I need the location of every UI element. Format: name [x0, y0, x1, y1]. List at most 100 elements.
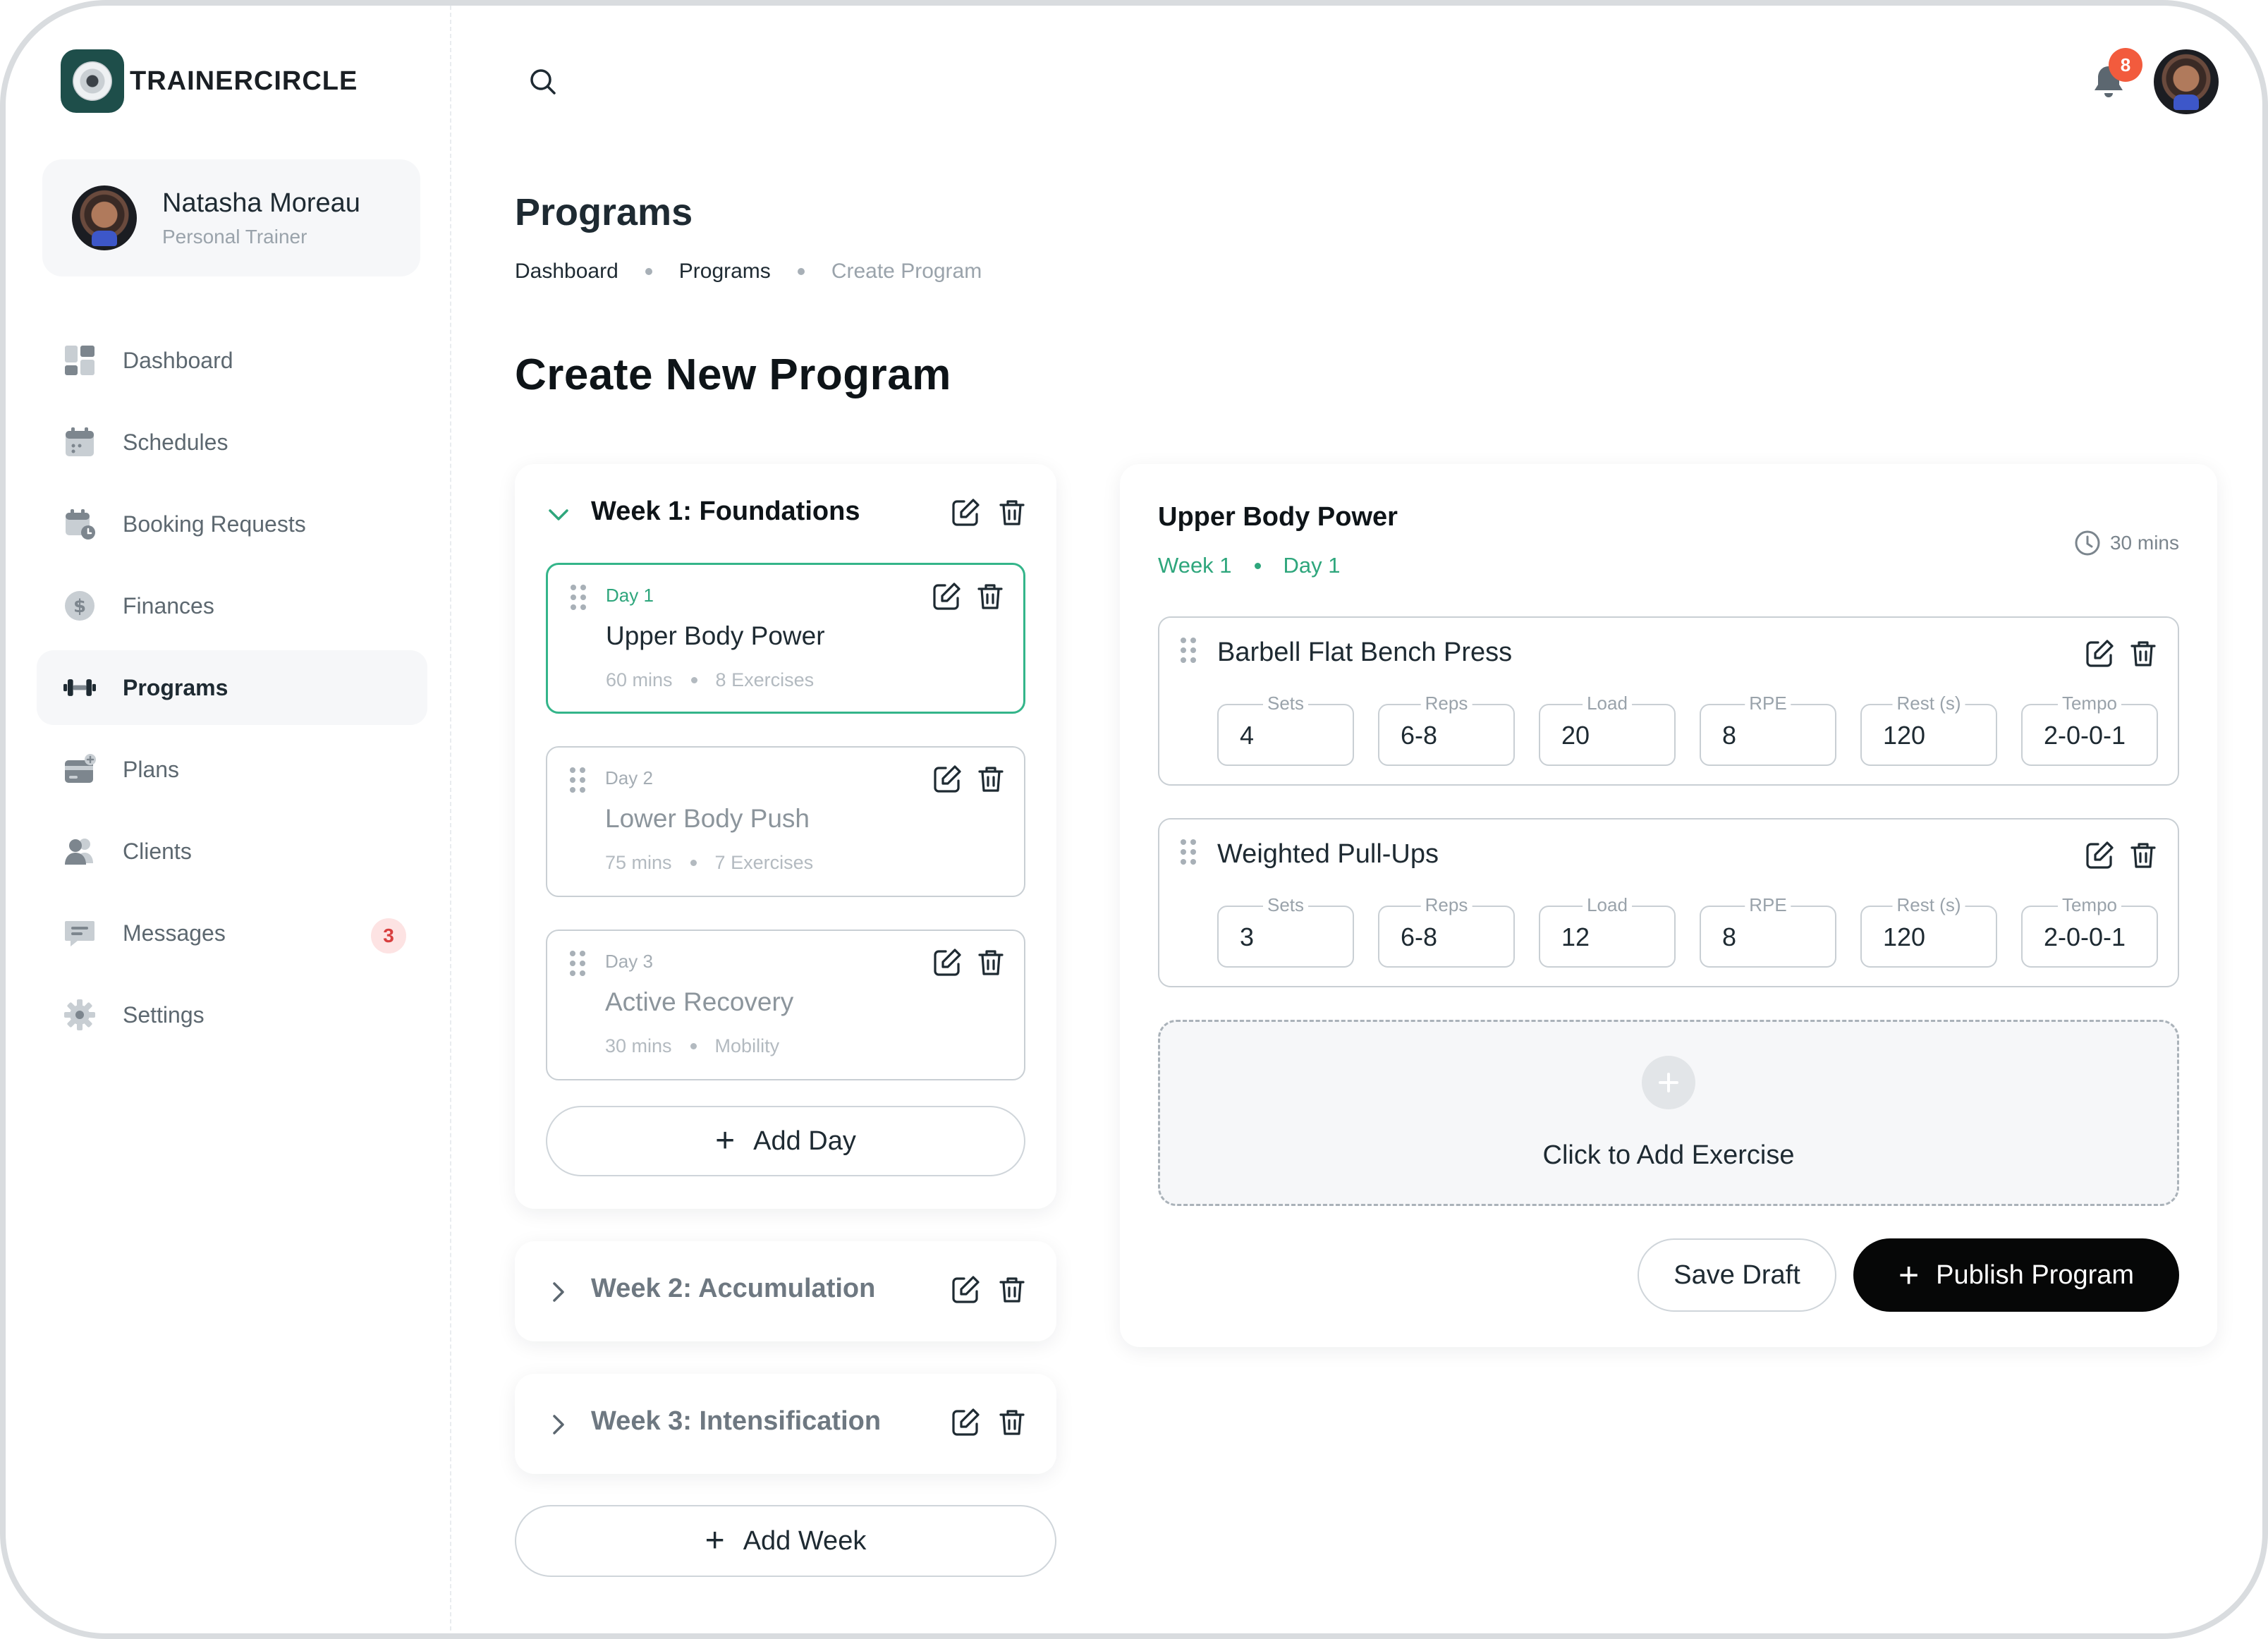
trash-icon[interactable] — [975, 946, 1007, 979]
plus-icon: + — [715, 1122, 736, 1159]
sidebar-item-plans[interactable]: Plans — [37, 732, 427, 807]
rest-field[interactable]: Rest (s) 120 — [1860, 894, 1997, 968]
duration-text: 30 mins — [2109, 532, 2179, 554]
trash-icon[interactable] — [2127, 839, 2159, 872]
breadcrumb: Dashboard Programs Create Program — [515, 260, 982, 284]
sets-field[interactable]: Sets 3 — [1217, 894, 1354, 968]
sidebar-item-messages[interactable]: Messages 3 — [37, 896, 427, 970]
sidebar-item-label: Settings — [123, 1001, 205, 1028]
trash-icon[interactable] — [975, 763, 1007, 796]
exercise-card: Barbell Flat Bench Press Sets 4 Reps 6-8 L… — [1158, 616, 2179, 786]
trash-icon[interactable] — [974, 580, 1006, 613]
sidebar-item-label: Dashboard — [123, 347, 233, 373]
trash-icon[interactable] — [996, 1274, 1028, 1306]
rpe-field[interactable]: RPE 8 — [1700, 693, 1836, 766]
sidebar-item-dashboard[interactable]: Dashboard — [37, 323, 427, 398]
card-icon — [63, 753, 96, 786]
drag-handle-icon[interactable] — [1178, 636, 1199, 664]
search-icon[interactable] — [526, 65, 560, 99]
sidebar-item-settings[interactable]: Settings — [37, 977, 427, 1052]
breadcrumb-current: Create Program — [831, 260, 982, 283]
profile-card[interactable]: Natasha Moreau Personal Trainer — [42, 159, 420, 276]
sidebar-item-label: Messages — [123, 920, 226, 946]
edit-icon[interactable] — [931, 946, 963, 979]
sidebar-item-label: Schedules — [123, 429, 228, 455]
chevron-right-icon[interactable] — [544, 1410, 573, 1439]
load-field[interactable]: Load 20 — [1539, 693, 1676, 766]
day-name: Active Recovery — [605, 987, 794, 1016]
day-detail-panel: Upper Body Power Week 1 Day 1 30 mins Ba… — [1120, 464, 2217, 1347]
drag-handle-icon[interactable] — [1178, 838, 1199, 866]
day-card[interactable]: Day 3 Active Recovery 30 mins Mobility — [546, 930, 1025, 1080]
edit-icon[interactable] — [949, 1274, 982, 1306]
plus-icon: + — [1898, 1255, 1920, 1295]
day-label: Day 1 — [606, 585, 654, 606]
breadcrumb-programs[interactable]: Programs — [679, 260, 771, 284]
week-header[interactable]: Week 1: Foundations — [515, 464, 1056, 563]
drag-handle-icon[interactable] — [567, 949, 588, 977]
chevron-right-icon[interactable] — [544, 1278, 573, 1306]
panel-week: Week 1 — [1158, 553, 1232, 578]
add-day-label: Add Day — [753, 1126, 856, 1156]
tempo-field[interactable]: Tempo 2-0-0-1 — [2021, 693, 2158, 766]
day-card[interactable]: Day 2 Lower Body Push 75 mins 7 Exercise… — [546, 746, 1025, 897]
sidebar-item-booking-requests[interactable]: Booking Requests — [37, 487, 427, 561]
gear-icon — [63, 999, 96, 1031]
breadcrumb-dashboard[interactable]: Dashboard — [515, 260, 618, 284]
sidebar-item-label: Finances — [123, 592, 214, 619]
plus-icon — [1642, 1056, 1695, 1109]
save-draft-button[interactable]: Save Draft — [1638, 1238, 1836, 1312]
add-week-button[interactable]: + Add Week — [515, 1505, 1056, 1577]
sets-field[interactable]: Sets 4 — [1217, 693, 1354, 766]
week-card[interactable]: Week 2: Accumulation — [515, 1241, 1056, 1341]
reps-field[interactable]: Reps 6-8 — [1378, 894, 1515, 968]
user-avatar[interactable] — [2154, 49, 2219, 114]
sidebar-item-finances[interactable]: $ Finances — [37, 568, 427, 643]
edit-icon[interactable] — [949, 1406, 982, 1439]
drag-handle-icon[interactable] — [568, 583, 589, 611]
add-exercise-dropzone[interactable]: Click to Add Exercise — [1158, 1020, 2179, 1206]
avatar — [72, 185, 137, 250]
edit-icon[interactable] — [2083, 839, 2116, 872]
add-day-button[interactable]: + Add Day — [546, 1106, 1025, 1176]
sidebar-item-clients[interactable]: Clients — [37, 814, 427, 889]
edit-icon[interactable] — [930, 580, 963, 613]
dumbbell-icon — [63, 671, 96, 704]
chevron-down-icon[interactable] — [544, 501, 573, 529]
edit-icon[interactable] — [949, 496, 982, 529]
trash-icon[interactable] — [2127, 638, 2159, 670]
calendar-icon — [63, 426, 96, 458]
dollar-icon: $ — [63, 590, 96, 622]
tempo-field[interactable]: Tempo 2-0-0-1 — [2021, 894, 2158, 968]
brand-logo[interactable]: TRAINERCIRCLE — [61, 49, 358, 113]
exercise-name: Weighted Pull-Ups — [1217, 839, 1439, 869]
app-window: TRAINERCIRCLE Natasha Moreau Personal Tr… — [0, 0, 2268, 1639]
drag-handle-icon[interactable] — [567, 766, 588, 794]
day-card-selected[interactable]: Day 1 Upper Body Power 60 mins 8 Exercis… — [546, 563, 1025, 714]
trash-icon[interactable] — [996, 1406, 1028, 1439]
breadcrumb-separator — [645, 268, 652, 275]
day-duration: 30 mins — [605, 1035, 672, 1056]
edit-icon[interactable] — [931, 763, 963, 796]
day-duration: 60 mins — [606, 669, 673, 690]
rest-field[interactable]: Rest (s) 120 — [1860, 693, 1997, 766]
sidebar-item-programs[interactable]: Programs — [37, 650, 427, 725]
unread-badge: 3 — [371, 918, 406, 953]
weight-plate-icon — [61, 49, 124, 113]
panel-breadcrumb: Week 1 Day 1 — [1158, 553, 1341, 578]
edit-icon[interactable] — [2083, 638, 2116, 670]
week-card[interactable]: Week 3: Intensification — [515, 1374, 1056, 1474]
sidebar-item-schedules[interactable]: Schedules — [37, 405, 427, 480]
publish-program-button[interactable]: + Publish Program — [1853, 1238, 2179, 1312]
trash-icon[interactable] — [996, 496, 1028, 529]
panel-title: Upper Body Power — [1158, 502, 1398, 532]
rpe-field[interactable]: RPE 8 — [1700, 894, 1836, 968]
sidebar-nav: Dashboard Schedules Booking Requests $ F… — [37, 323, 427, 1059]
dashboard-icon — [63, 344, 96, 377]
plus-icon: + — [705, 1522, 725, 1559]
brand-name: TRAINERCIRCLE — [130, 66, 358, 96]
load-field[interactable]: Load 12 — [1539, 894, 1676, 968]
reps-field[interactable]: Reps 6-8 — [1378, 693, 1515, 766]
exercise-card: Weighted Pull-Ups Sets 3 Reps 6-8 Load 12 R… — [1158, 818, 2179, 987]
day-detail: 7 Exercises — [714, 852, 814, 873]
